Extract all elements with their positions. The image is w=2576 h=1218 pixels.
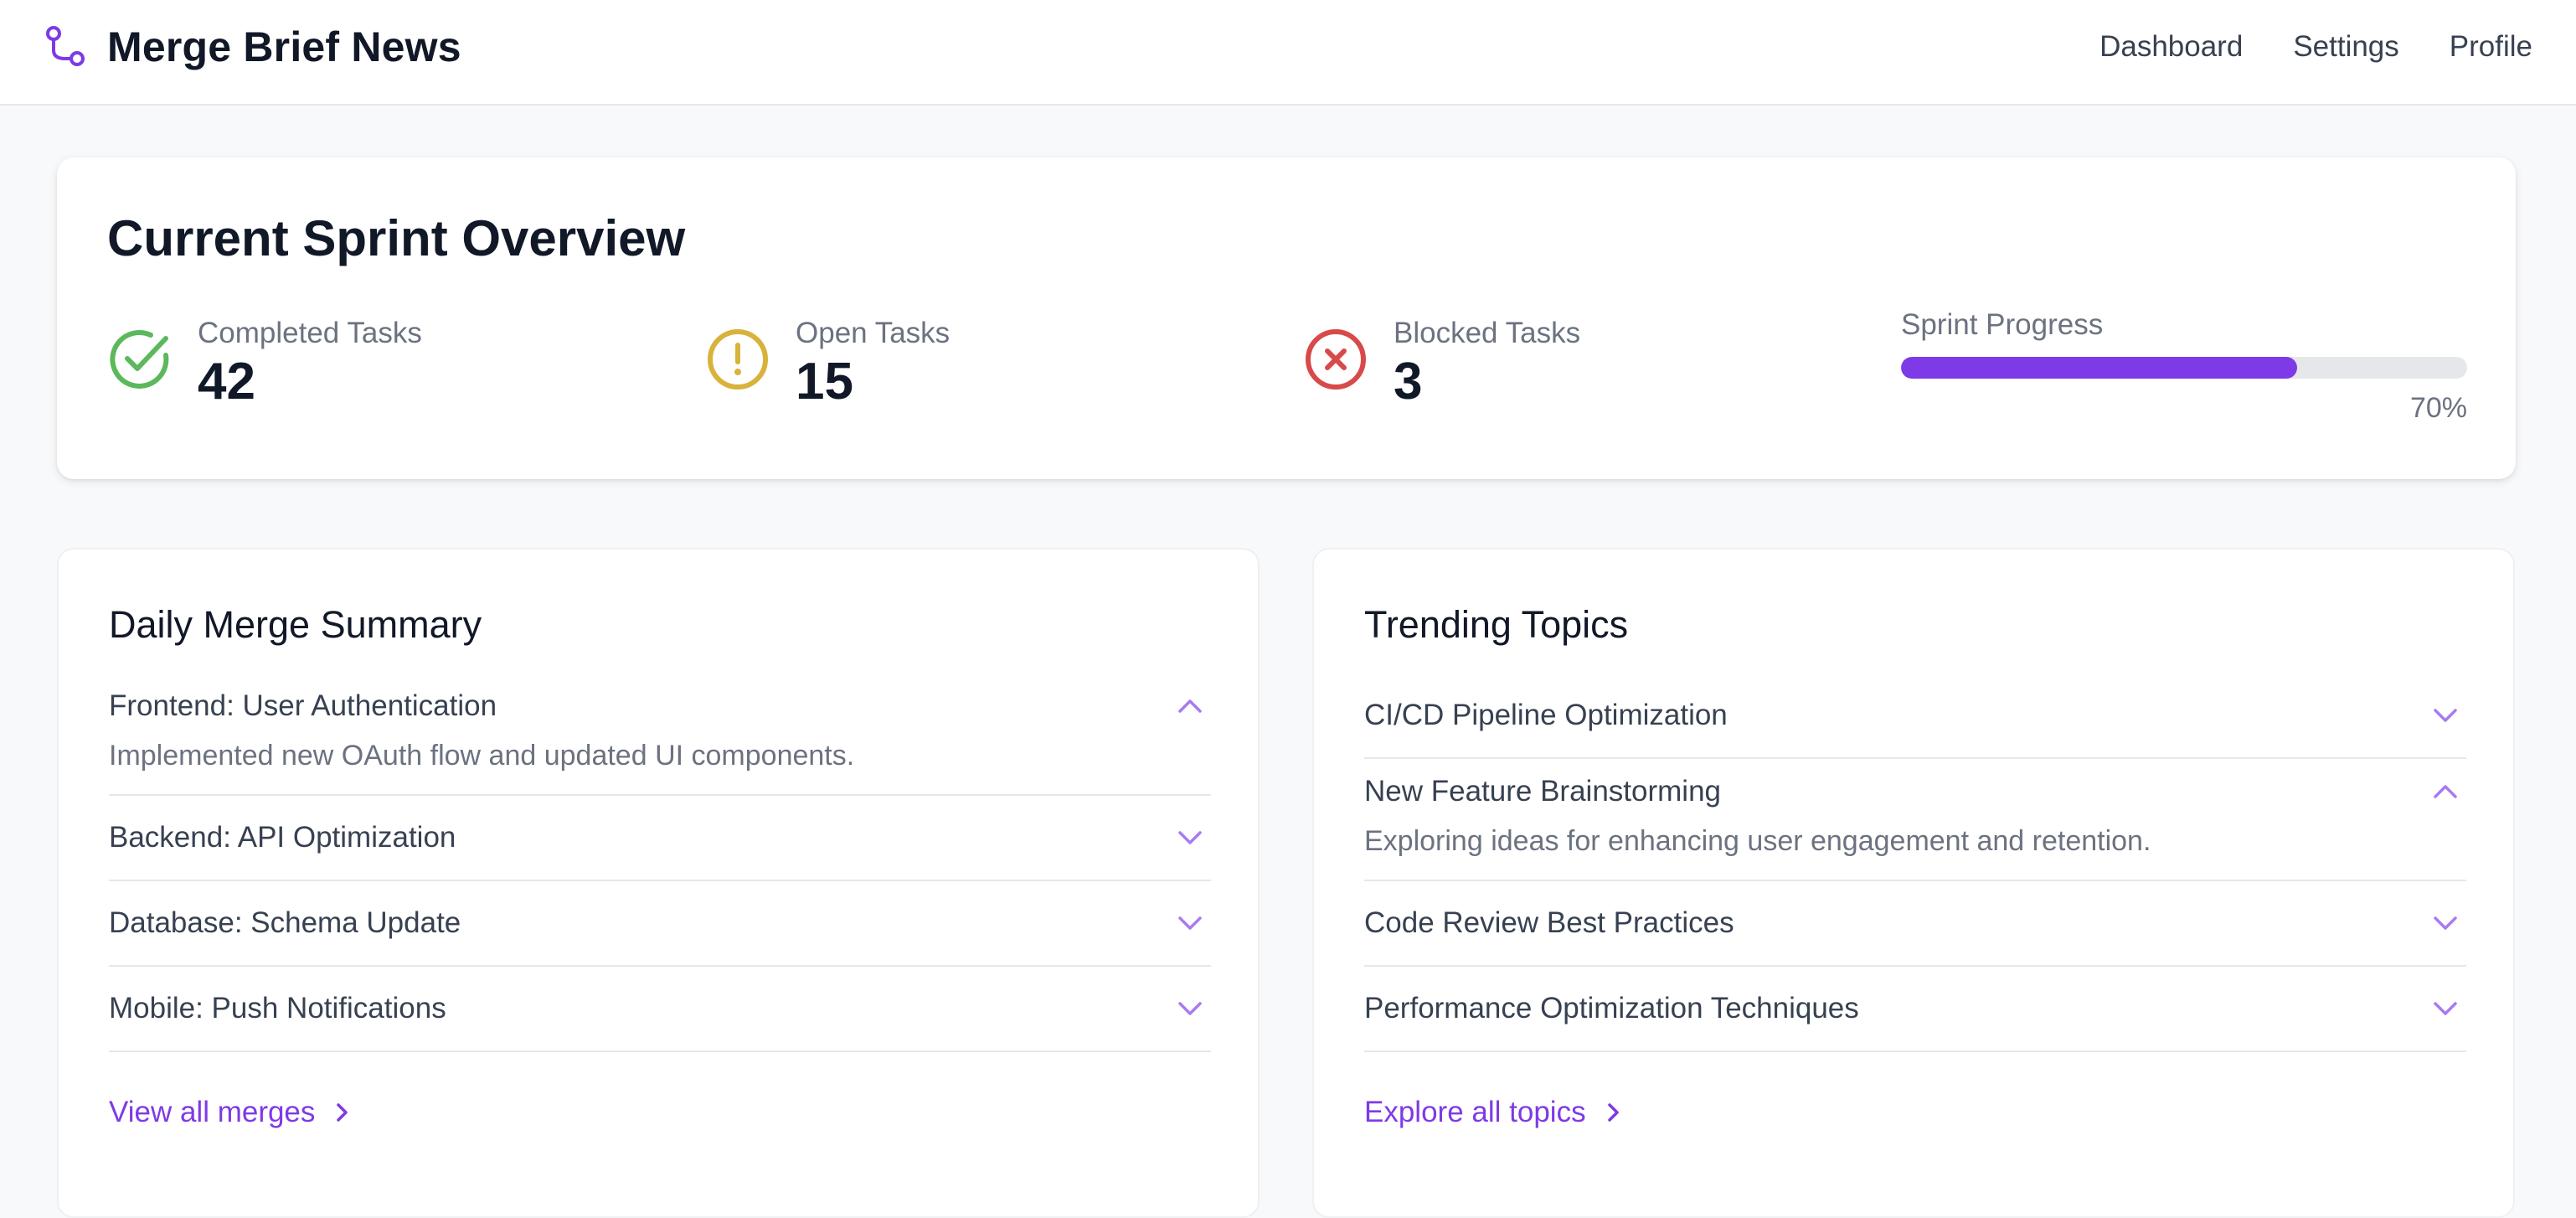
main-nav: Dashboard Settings Profile bbox=[2099, 27, 2532, 67]
git-merge-icon bbox=[46, 26, 85, 66]
accordion-title: New Feature Brainstorming bbox=[1364, 775, 1721, 808]
panel-title: Daily Merge Summary bbox=[109, 603, 482, 646]
app-title: Merge Brief News bbox=[107, 23, 461, 70]
chevron-down-icon bbox=[1178, 1002, 1202, 1015]
chevron-down-icon bbox=[1178, 831, 1202, 844]
link-label: View all merges bbox=[109, 1096, 316, 1128]
accordion-header[interactable]: Database: Schema Update bbox=[109, 881, 1211, 965]
nav-link-settings[interactable]: Settings bbox=[2293, 27, 2398, 67]
stat-blocked-tasks: Blocked Tasks 3 bbox=[1303, 317, 1806, 410]
accordion-item: CI/CD Pipeline Optimization bbox=[1364, 674, 2466, 759]
accordion-title: Frontend: User Authentication bbox=[109, 689, 497, 722]
accordion-item: Code Review Best Practices bbox=[1364, 881, 2466, 967]
stat-value: 42 bbox=[198, 353, 255, 410]
progress-track bbox=[1901, 357, 2467, 379]
accordion-item: Mobile: Push Notifications bbox=[109, 967, 1211, 1052]
accordion-header[interactable]: New Feature Brainstorming bbox=[1364, 759, 2466, 824]
chevron-down-icon bbox=[2434, 709, 2457, 722]
stat-value: 15 bbox=[796, 353, 853, 410]
accordion-title: Code Review Best Practices bbox=[1364, 906, 1734, 939]
accordion-header[interactable]: Code Review Best Practices bbox=[1364, 881, 2466, 965]
stat-label: Completed Tasks bbox=[198, 317, 422, 349]
accordion-item: Backend: API Optimization bbox=[109, 796, 1211, 881]
explore-all-topics-link[interactable]: Explore all topics bbox=[1364, 1096, 1625, 1129]
accordion-header[interactable]: Performance Optimization Techniques bbox=[1364, 967, 2466, 1050]
accordion-item: Frontend: User Authentication Implemente… bbox=[109, 674, 1211, 796]
link-label: Explore all topics bbox=[1364, 1096, 1586, 1128]
accordion-body: Implemented new OAuth flow and updated U… bbox=[109, 740, 855, 772]
alert-circle-icon bbox=[708, 329, 768, 390]
merge-accordion: Frontend: User Authentication Implemente… bbox=[109, 674, 1211, 1052]
chevron-right-icon bbox=[1607, 1103, 1619, 1122]
daily-merge-summary-card: Daily Merge Summary Frontend: User Authe… bbox=[57, 548, 1260, 1218]
accordion-title: Database: Schema Update bbox=[109, 906, 461, 939]
sprint-overview-card: Current Sprint Overview Completed Tasks … bbox=[57, 157, 2516, 479]
panel-title: Trending Topics bbox=[1364, 603, 1629, 646]
progress-fill bbox=[1901, 357, 2298, 379]
topics-accordion: CI/CD Pipeline Optimization New Feature … bbox=[1364, 674, 2466, 1052]
stat-open-tasks: Open Tasks 15 bbox=[705, 317, 1208, 410]
accordion-title: CI/CD Pipeline Optimization bbox=[1364, 699, 1728, 731]
chevron-down-icon bbox=[2434, 1002, 2457, 1015]
accordion-header[interactable]: Backend: API Optimization bbox=[109, 796, 1211, 880]
accordion-body: Exploring ideas for enhancing user engag… bbox=[1364, 825, 2151, 857]
accordion-title: Performance Optimization Techniques bbox=[1364, 992, 1859, 1024]
accordion-title: Backend: API Optimization bbox=[109, 821, 456, 854]
sprint-title: Current Sprint Overview bbox=[107, 210, 686, 266]
progress-label: Sprint Progress bbox=[1901, 308, 2104, 341]
accordion-header[interactable]: Mobile: Push Notifications bbox=[109, 967, 1211, 1050]
accordion-item: New Feature Brainstorming Exploring idea… bbox=[1364, 759, 2466, 881]
sprint-progress: Sprint Progress 70% bbox=[1901, 308, 2467, 424]
x-circle-icon bbox=[1306, 329, 1366, 390]
progress-percent: 70% bbox=[2409, 392, 2467, 424]
chevron-down-icon bbox=[1178, 916, 1202, 930]
accordion-title: Mobile: Push Notifications bbox=[109, 992, 446, 1024]
accordion-header[interactable]: Frontend: User Authentication bbox=[109, 674, 1211, 739]
brand[interactable]: Merge Brief News bbox=[44, 23, 461, 70]
accordion-header[interactable]: CI/CD Pipeline Optimization bbox=[1364, 674, 2466, 757]
chevron-up-icon bbox=[2434, 785, 2457, 798]
top-navbar: Merge Brief News Dashboard Settings Prof… bbox=[0, 0, 2576, 106]
view-all-merges-link[interactable]: View all merges bbox=[109, 1096, 353, 1129]
stat-completed-tasks: Completed Tasks 42 bbox=[107, 317, 610, 410]
nav-link-dashboard[interactable]: Dashboard bbox=[2099, 27, 2243, 67]
chevron-down-icon bbox=[2434, 916, 2457, 930]
accordion-item: Database: Schema Update bbox=[109, 881, 1211, 967]
stat-label: Blocked Tasks bbox=[1394, 317, 1581, 349]
accordion-item: Performance Optimization Techniques bbox=[1364, 967, 2466, 1052]
nav-link-profile[interactable]: Profile bbox=[2450, 27, 2532, 67]
stat-label: Open Tasks bbox=[796, 317, 951, 349]
trending-topics-card: Trending Topics CI/CD Pipeline Optimizat… bbox=[1312, 548, 2515, 1218]
chevron-right-icon bbox=[337, 1103, 348, 1122]
stat-value: 3 bbox=[1394, 353, 1423, 410]
chevron-up-icon bbox=[1178, 699, 1202, 713]
check-circle-icon bbox=[110, 329, 169, 389]
